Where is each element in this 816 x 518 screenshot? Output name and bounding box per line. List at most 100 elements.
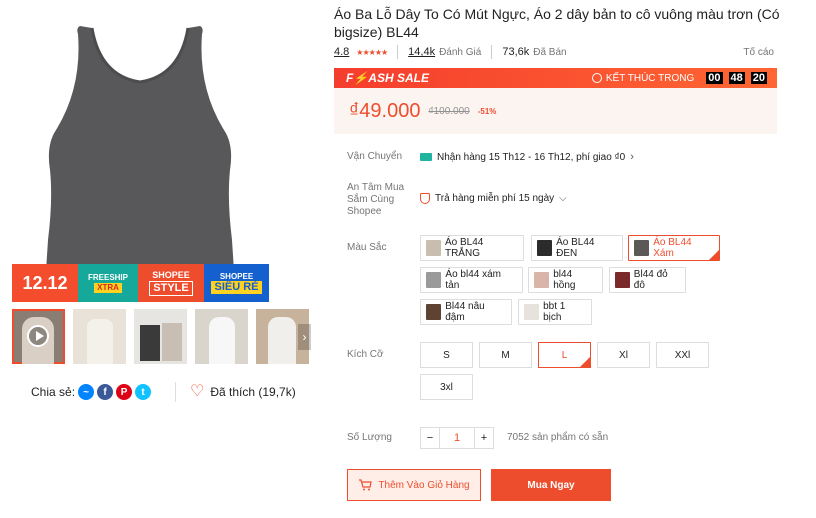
messenger-icon[interactable]: ~ <box>78 384 95 400</box>
add-to-cart-button[interactable]: Thêm Vào Giỏ Hàng <box>347 469 481 501</box>
chevron-right-icon: › <box>630 151 634 163</box>
countdown-hours: 00 <box>706 72 723 84</box>
color-label: Màu Sắc <box>347 242 387 253</box>
product-title: Áo Ba Lỗ Dây To Có Mút Ngực, Áo 2 dây bả… <box>334 6 780 40</box>
size-option-m[interactable]: M <box>479 342 532 368</box>
size-option-xl[interactable]: Xl <box>597 342 650 368</box>
color-swatch <box>426 240 441 256</box>
meta-divider <box>397 45 399 59</box>
size-label: Kích Cỡ <box>347 349 384 360</box>
size-option-3xl[interactable]: 3xl <box>420 374 473 400</box>
shipping-info[interactable]: Nhận hàng 15 Th12 - 16 Th12, phí giao ₫0… <box>420 151 634 163</box>
star-rating-icon: ★★★★★ <box>356 47 388 57</box>
color-option-label: Bl44 đỏ đô <box>633 269 668 291</box>
truck-icon <box>420 153 432 161</box>
color-option-label: Áo BL44 Xám <box>653 237 692 259</box>
flash-ends-label: KẾT THÚC TRONG <box>605 72 695 84</box>
main-product-image[interactable] <box>12 0 269 302</box>
flash-sale-label: F⚡ASH SALE <box>346 71 429 85</box>
price-box: ₫49.000 ₫100.000 -51% <box>334 88 777 134</box>
color-option[interactable]: Áo BL44 ĐEN <box>531 235 623 261</box>
liked-count: Đã thích (19,7k) <box>210 385 296 399</box>
color-swatch <box>537 240 553 256</box>
color-option-label: Áo bl44 xám tản <box>445 269 501 291</box>
flash-sale-countdown: KẾT THÚC TRONG 00 48 20 <box>591 72 767 84</box>
clock-icon <box>591 73 602 83</box>
original-price: ₫100.000 <box>428 105 470 117</box>
assurance-info[interactable]: Trả hàng miễn phí 15 ngày ⌵ <box>420 193 567 204</box>
tank-top-illustration <box>44 26 236 302</box>
twitter-icon[interactable]: t <box>135 384 152 400</box>
color-option[interactable]: Bl44 đỏ đô <box>609 267 686 293</box>
share-divider <box>175 382 176 402</box>
sold-label: Đã Bán <box>533 46 567 58</box>
color-option[interactable]: bbt 1 bịch <box>518 299 592 325</box>
shipping-label: Vận Chuyển <box>347 151 403 162</box>
banner-shopee-sieure: SHOPEE SIÊU RẺ <box>204 264 269 302</box>
thumbnail-video[interactable] <box>12 309 65 364</box>
cart-icon <box>359 479 373 491</box>
color-option-label: bl44 hồng <box>553 269 576 291</box>
meta-divider <box>491 45 493 59</box>
chevron-right-icon[interactable]: › <box>298 324 311 350</box>
promo-banner: 12.12 FREESHIP XTRA SHOPEE STYLE SHOPEE … <box>12 264 269 302</box>
banner-xtra-label: XTRA <box>94 283 122 294</box>
current-price: ₫49.000 <box>349 99 421 122</box>
quantity-decrease-button[interactable]: − <box>420 427 440 449</box>
shipping-text: Nhận hàng 15 Th12 - 16 Th12, phí giao ₫0 <box>437 151 626 163</box>
share-section: Chia sẻ: ~ f P t <box>31 384 152 400</box>
stock-available: 7052 sản phẩm có sẵn <box>507 432 609 443</box>
banner-freeship: FREESHIP XTRA <box>78 264 138 302</box>
product-meta: 4.8 ★★★★★ 14,4k Đánh Giá 73,6k Đã Bán Tố… <box>334 44 774 60</box>
assurance-text: Trả hàng miễn phí 15 ngày <box>435 193 555 204</box>
banner-freeship-label: FREESHIP <box>87 272 128 282</box>
banner-shopee2-label: SHOPEE <box>219 271 254 281</box>
banner-style-label: STYLE <box>149 280 193 296</box>
buy-now-button[interactable]: Mua Ngay <box>491 469 611 501</box>
banner-sieure-label: SIÊU RẺ <box>211 281 262 295</box>
color-swatch <box>634 240 650 256</box>
reviews-label: Đánh Giá <box>439 46 482 58</box>
add-to-cart-label: Thêm Vào Giỏ Hàng <box>378 479 470 491</box>
color-option-label: bbt 1 bịch <box>543 301 566 323</box>
color-option-label: Bl44 nâu đậm <box>445 301 485 323</box>
color-option-label: Áo BL44 TRẮNG <box>444 237 484 259</box>
pinterest-icon[interactable]: P <box>116 384 133 400</box>
color-swatch <box>426 304 442 320</box>
quantity-label: Số Lượng <box>347 432 392 443</box>
sold-count: 73,6k <box>502 46 530 58</box>
like-button[interactable]: ♡ Đã thích (19,7k) <box>190 384 296 400</box>
color-option[interactable]: Áo BL44 TRẮNG <box>420 235 524 261</box>
color-option[interactable]: Áo bl44 xám tản <box>420 267 523 293</box>
shield-icon <box>420 193 430 204</box>
reviews-count[interactable]: 14,4k <box>408 46 435 58</box>
color-swatch <box>615 272 630 288</box>
quantity-stepper: − 1 + <box>420 427 494 449</box>
color-option[interactable]: Bl44 nâu đậm <box>420 299 512 325</box>
product-page: 12.12 FREESHIP XTRA SHOPEE STYLE SHOPEE … <box>0 0 816 518</box>
chevron-down-icon: ⌵ <box>559 193 567 204</box>
color-option-label: Áo BL44 ĐEN <box>556 237 595 259</box>
color-swatch <box>534 272 550 288</box>
thumbnail-image[interactable] <box>134 309 187 364</box>
banner-shopee-style: SHOPEE STYLE <box>138 264 204 302</box>
thumbnail-image[interactable] <box>195 309 248 364</box>
quantity-increase-button[interactable]: + <box>474 427 494 449</box>
heart-icon: ♡ <box>190 383 205 400</box>
color-option[interactable]: bl44 hồng <box>528 267 603 293</box>
thumbnail-image[interactable] <box>73 309 126 364</box>
flash-sale-bar: F⚡ASH SALE KẾT THÚC TRONG 00 48 20 <box>334 68 777 88</box>
size-option-xxl[interactable]: XXl <box>656 342 709 368</box>
discount-badge: -51% <box>477 106 497 116</box>
countdown-seconds: 20 <box>750 72 767 84</box>
color-swatch <box>426 272 442 288</box>
size-option-s[interactable]: S <box>420 342 473 368</box>
rating-value[interactable]: 4.8 <box>334 46 349 58</box>
facebook-icon[interactable]: f <box>97 384 114 400</box>
share-label: Chia sẻ: <box>31 385 76 399</box>
size-option-l-selected[interactable]: L <box>538 342 591 368</box>
color-option-selected[interactable]: Áo BL44 Xám <box>628 235 720 261</box>
report-link[interactable]: Tố cáo <box>743 47 774 58</box>
play-icon <box>27 325 49 347</box>
quantity-input[interactable]: 1 <box>440 427 474 449</box>
